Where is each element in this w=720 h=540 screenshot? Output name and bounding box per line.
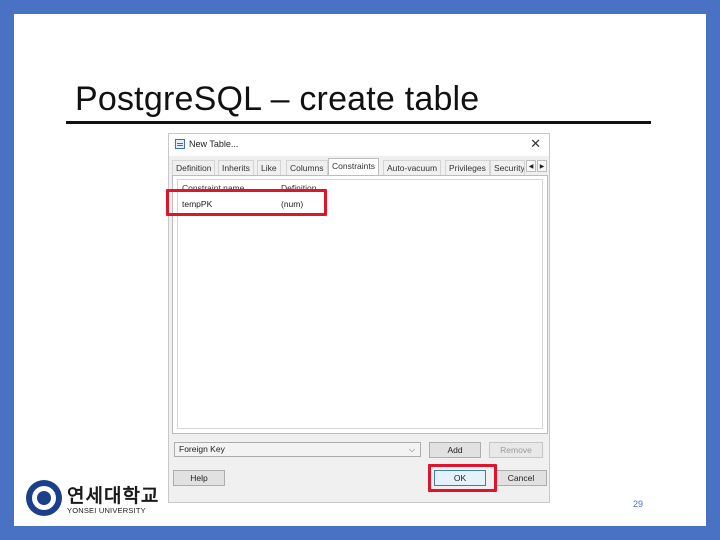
constraint-type-value: Foreign Key: [179, 444, 225, 454]
page-title: PostgreSQL – create table: [75, 80, 480, 118]
constraints-list[interactable]: Constraint name Definition tempPK (num): [177, 179, 543, 429]
tab-auto-vacuum[interactable]: Auto-vacuum: [383, 160, 442, 175]
highlight-constraint-row: [166, 189, 327, 216]
remove-button[interactable]: Remove: [489, 442, 543, 458]
tab-privileges[interactable]: Privileges: [445, 160, 490, 175]
page-number: 29: [633, 499, 644, 509]
help-button[interactable]: Help: [173, 470, 225, 486]
add-button[interactable]: Add: [429, 442, 481, 458]
dialog-titlebar: New Table... ✕: [169, 134, 549, 156]
university-logo: 연세대학교 YONSEI UNIVERSITY: [26, 480, 158, 520]
tab-security[interactable]: Security: [490, 160, 525, 175]
close-icon[interactable]: ✕: [530, 136, 541, 152]
university-seal-icon: [26, 480, 62, 516]
highlight-ok-button: [428, 464, 497, 492]
tab-constraints[interactable]: Constraints: [328, 158, 379, 175]
tab-like[interactable]: Like: [257, 160, 281, 175]
logo-english-text: YONSEI UNIVERSITY: [67, 506, 146, 515]
tab-bar: Definition Inherits Like Columns Constra…: [172, 158, 548, 175]
title-underline: [66, 121, 651, 124]
tab-scroll-left-icon[interactable]: ◀: [526, 160, 536, 172]
chevron-down-icon: ⌵: [408, 445, 415, 454]
dialog-title: New Table...: [189, 139, 239, 149]
table-icon: [175, 139, 185, 149]
tab-inherits[interactable]: Inherits: [218, 160, 254, 175]
constraint-type-select[interactable]: Foreign Key ⌵: [174, 442, 421, 457]
tab-scroll-right-icon[interactable]: ▶: [537, 160, 547, 172]
tab-definition[interactable]: Definition: [172, 160, 216, 175]
logo-korean-text: 연세대학교: [67, 486, 160, 507]
cancel-button[interactable]: Cancel: [495, 470, 547, 486]
tab-columns[interactable]: Columns: [286, 160, 328, 175]
